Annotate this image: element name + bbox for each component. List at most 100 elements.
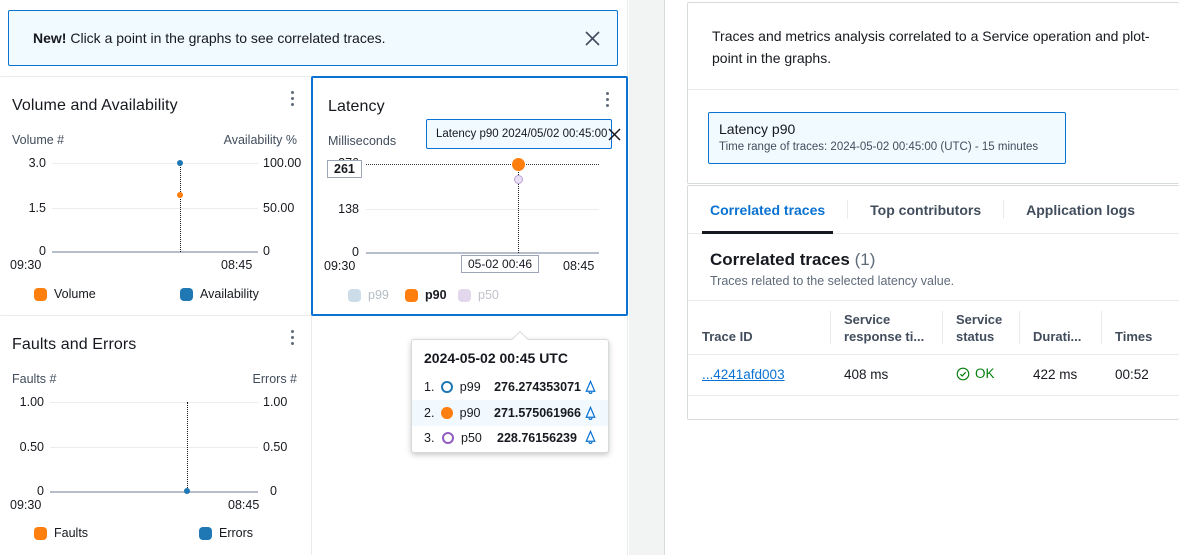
status-badge: OK <box>956 366 995 381</box>
page-root: New! Click a point in the graphs to see … <box>0 0 1179 555</box>
legend-item-p90[interactable]: p90 <box>405 288 447 302</box>
selection-indicator-volume <box>180 163 181 252</box>
tooltip-row-p50: 3. p50 228.76156239 <box>412 426 608 452</box>
card-divider <box>688 89 1179 90</box>
banner-badge: New! <box>33 30 67 46</box>
legend-item-availability[interactable]: Availability <box>180 287 259 301</box>
bell-icon-p99[interactable] <box>581 379 600 395</box>
traces-tablist: Correlated traces Top contributors Appli… <box>688 186 1179 234</box>
tooltip-timestamp: 2024-05-02 00:45 UTC <box>424 350 568 366</box>
bell-icon-p90[interactable] <box>581 405 600 421</box>
banner-close-button[interactable] <box>567 11 617 65</box>
legend-swatch-errors <box>199 526 212 540</box>
tooltip-series-name: p90 <box>459 406 481 420</box>
gridline-faults-top <box>50 402 258 403</box>
table-row[interactable]: ...4241afd003 408 ms OK 422 ms 00:52 <box>688 354 1179 396</box>
cell-service-status: OK <box>942 354 1019 396</box>
ytick-volume-right-1: 50.00 <box>263 201 295 215</box>
legend-swatch-volume <box>34 287 47 301</box>
banner-message: New! Click a point in the graphs to see … <box>9 28 567 48</box>
column-header-duration[interactable]: Durati... <box>1019 300 1101 355</box>
table-header-row: Trace ID Service response ti... Service … <box>688 300 1179 355</box>
tab-top-contributors[interactable]: Top contributors <box>848 186 1003 233</box>
legend-item-errors[interactable]: Errors <box>199 526 253 540</box>
latency-value-callout: 261 <box>327 160 362 178</box>
legend-label-availability: Availability <box>200 287 259 301</box>
column-header-service-status[interactable]: Service status <box>942 300 1019 355</box>
legend-label-p99: p99 <box>368 288 389 302</box>
section-subtitle: Traces related to the selected latency v… <box>710 274 955 288</box>
datapoint-availability[interactable] <box>177 160 183 166</box>
tooltip-series-value: 276.274353071 <box>494 380 581 394</box>
legend-swatch-availability <box>180 287 193 301</box>
table-body: ...4241afd003 408 ms OK 422 ms 00:52 <box>688 354 1179 396</box>
xtick-latency-start: 09:30 <box>324 259 356 273</box>
axis-line-faults <box>50 491 258 493</box>
series-marker-icon-p90 <box>441 407 453 419</box>
tooltip-series-name: p99 <box>459 380 481 394</box>
legend-item-p50[interactable]: p50 <box>458 288 499 302</box>
legend-label-faults: Faults <box>54 526 89 540</box>
datapoint-p50[interactable] <box>514 175 523 184</box>
cell-duration: 422 ms <box>1019 354 1101 396</box>
gridline-latency-top <box>366 164 599 165</box>
axis-line-latency <box>366 252 599 254</box>
ytick-volume-left-0: 3.0 <box>28 156 46 170</box>
axis-line-volume <box>52 251 258 253</box>
xtick-faults-start: 09:30 <box>10 498 42 512</box>
cell-trace-id: ...4241afd003 <box>688 354 830 396</box>
bell-icon <box>584 430 596 444</box>
check-circle-icon <box>956 367 970 380</box>
section-title-text: Correlated traces <box>710 250 850 269</box>
tooltip-row-p90: 2. p90 271.575061966 <box>412 400 608 426</box>
plot-area-volume[interactable]: 3.0 1.5 0 100.00 50.00 0 09:30 08:45 Vol… <box>0 77 311 315</box>
series-marker-icon-p99 <box>441 381 453 393</box>
legend-swatch-p99 <box>348 288 361 302</box>
trace-id-link[interactable]: ...4241afd003 <box>702 367 785 382</box>
selected-metric-title: Latency p90 <box>719 121 796 137</box>
legend-swatch-p90 <box>405 288 418 302</box>
tooltip-series-value: 228.76156239 <box>497 430 577 445</box>
datapoint-volume[interactable] <box>177 192 183 198</box>
analysis-description: Traces and metrics analysis correlated t… <box>712 28 1150 66</box>
bell-icon-p50[interactable] <box>580 430 600 445</box>
tab-correlated-traces[interactable]: Correlated traces <box>688 186 847 234</box>
plot-area-faults[interactable]: 1.00 0.50 0 1.00 0.50 0 09:30 08:45 Faul… <box>0 316 311 555</box>
legend-swatch-faults <box>34 526 47 540</box>
tab-application-logs[interactable]: Application logs <box>1004 186 1157 233</box>
right-details-panel: Traces and metrics analysis correlated t… <box>665 0 1179 555</box>
legend-item-p99[interactable]: p99 <box>348 288 389 302</box>
new-feature-banner: New! Click a point in the graphs to see … <box>8 10 618 66</box>
column-header-timestamp[interactable]: Times <box>1101 300 1179 355</box>
legend-swatch-p50 <box>458 288 471 302</box>
gridline-volume-mid <box>52 208 258 209</box>
legend-label-p50: p50 <box>478 288 499 302</box>
traces-panel-card: Correlated traces Top contributors Appli… <box>687 185 1179 420</box>
table-header: Trace ID Service response ti... Service … <box>688 300 1179 355</box>
ytick-faults-left-2: 0 <box>37 484 44 498</box>
datapoint-errors[interactable] <box>184 488 190 494</box>
ytick-volume-left-1: 1.5 <box>28 201 46 215</box>
ytick-volume-right-2: 0 <box>263 244 270 258</box>
gridline-latency-mid <box>366 209 599 210</box>
datapoint-p90[interactable] <box>512 158 525 171</box>
column-header-trace-id[interactable]: Trace ID <box>688 300 830 355</box>
legend-item-volume[interactable]: Volume <box>34 287 96 301</box>
tooltip-series-name: p50 <box>461 430 482 445</box>
xtick-faults-end: 08:45 <box>228 498 260 512</box>
selected-metric-timerange: Time range of traces: 2024-05-02 00:45:0… <box>719 141 1039 153</box>
chart-hover-tooltip: 2024-05-02 00:45 UTC 1. p99 276.27435307… <box>411 332 609 453</box>
ytick-volume-left-2: 0 <box>39 244 46 258</box>
column-header-service-response-time[interactable]: Service response ti... <box>830 300 942 355</box>
left-graphs-column: New! Click a point in the graphs to see … <box>0 0 628 555</box>
tooltip-index: 1. <box>424 380 435 394</box>
legend-label-volume: Volume <box>54 287 96 301</box>
gridline-volume-top <box>52 163 258 164</box>
selected-metric-chip[interactable]: Latency p90 Time range of traces: 2024-0… <box>708 112 1066 164</box>
close-icon <box>584 30 600 46</box>
ytick-faults-right-0: 1.00 <box>263 395 288 409</box>
latency-time-callout: 05-02 00:46 <box>461 255 540 273</box>
bell-icon <box>585 379 596 394</box>
legend-item-faults[interactable]: Faults <box>34 526 88 540</box>
plot-area-latency[interactable]: 276 138 0 261 09:30 08:45 05-02 00:46 p9… <box>313 78 626 314</box>
